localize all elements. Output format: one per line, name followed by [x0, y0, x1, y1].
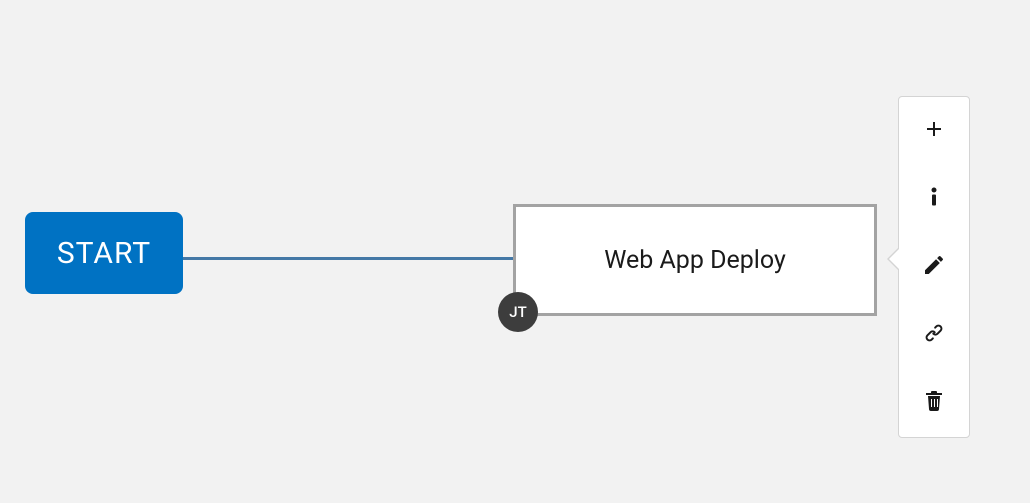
- start-node[interactable]: START: [25, 212, 183, 294]
- node-type-badge: JT: [498, 292, 538, 332]
- plus-icon: [922, 117, 946, 145]
- link-button[interactable]: [914, 315, 954, 355]
- info-button[interactable]: [914, 179, 954, 219]
- delete-button[interactable]: [914, 383, 954, 423]
- workflow-canvas: START Web App Deploy JT: [0, 0, 1030, 503]
- edit-button[interactable]: [914, 247, 954, 287]
- pencil-icon: [922, 253, 946, 281]
- type-badge-text: JT: [509, 303, 526, 321]
- link-icon: [922, 321, 946, 349]
- info-icon: [922, 185, 946, 213]
- start-label: START: [57, 236, 151, 271]
- add-button[interactable]: [914, 111, 954, 151]
- task-node[interactable]: Web App Deploy: [513, 204, 877, 316]
- task-title: Web App Deploy: [604, 246, 786, 275]
- trash-icon: [922, 389, 946, 417]
- node-toolbar: [898, 96, 970, 438]
- connector-line: [183, 257, 513, 260]
